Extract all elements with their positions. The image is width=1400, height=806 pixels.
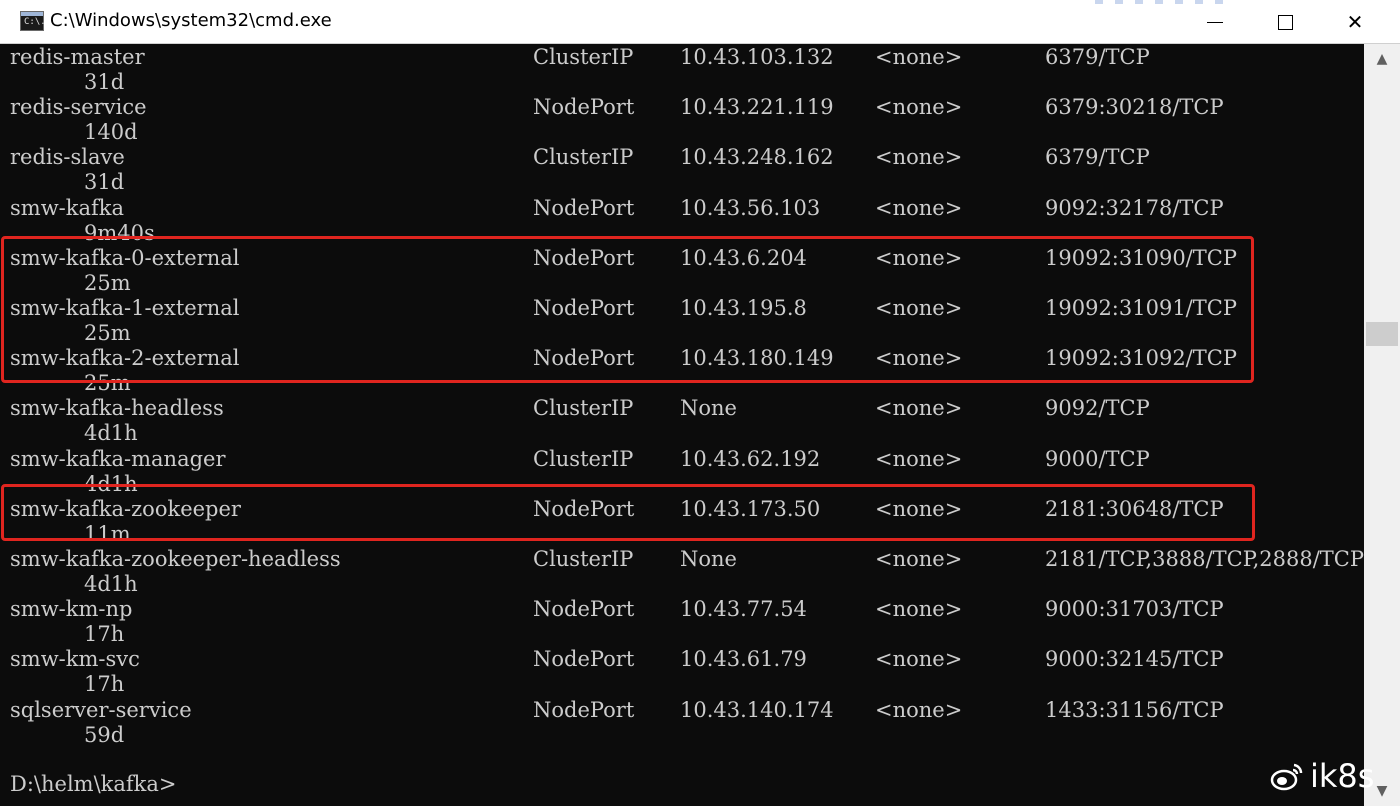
service-type: NodePort [533, 697, 635, 722]
service-ports: 6379:30218/TCP [1045, 95, 1224, 120]
cmd-icon-label: C:\. [24, 17, 46, 27]
external-ip: <none> [875, 647, 963, 672]
service-ports: 6379/TCP [1045, 145, 1150, 170]
watermark-text: ik8s [1310, 757, 1375, 795]
service-row: redis-master ClusterIP 10.43.103.132 <none>… [0, 44, 1364, 94]
service-type: ClusterIP [533, 446, 634, 471]
command-prompt[interactable]: D:\helm\kafka> [10, 771, 177, 797]
service-row: redis-service NodePort 10.43.221.119 <none>… [0, 94, 1364, 144]
window-title: C:\Windows\system32\cmd.exe [50, 10, 332, 31]
service-name: smw-km-svc [10, 647, 140, 672]
service-type: ClusterIP [533, 145, 634, 170]
service-ports: 9092/TCP [1045, 396, 1150, 421]
cluster-ip: 10.43.103.132 [680, 45, 834, 69]
highlight-box-kafka-external [1, 236, 1254, 383]
cluster-ip: 10.43.221.119 [680, 95, 834, 120]
service-row: redis-slave ClusterIP 10.43.248.162 <none> 6… [0, 144, 1364, 194]
cluster-ip: 10.43.56.103 [680, 195, 821, 220]
service-age: 4d1h [84, 421, 138, 446]
service-type: ClusterIP [533, 45, 634, 69]
scroll-up-icon[interactable]: ▲ [1364, 44, 1400, 74]
minimize-button[interactable] [1180, 0, 1250, 44]
weibo-logo-icon [1270, 763, 1303, 791]
service-type: ClusterIP [533, 396, 634, 421]
service-name: smw-km-np [10, 597, 133, 622]
highlight-box-zookeeper [1, 484, 1255, 541]
service-age: 4d1h [84, 572, 138, 596]
service-ports: 9000:31703/TCP [1045, 597, 1224, 622]
cluster-ip: 10.43.248.162 [680, 145, 834, 170]
close-icon: ✕ [1346, 10, 1364, 34]
external-ip: <none> [875, 145, 963, 170]
title-bar[interactable]: C:\. C:\Windows\system32\cmd.exe ✕ [0, 0, 1400, 44]
cluster-ip: 10.43.62.192 [680, 446, 821, 471]
service-type: NodePort [533, 597, 635, 622]
service-age: 17h [84, 672, 125, 697]
cmd-window: C:\. C:\Windows\system32\cmd.exe ✕ sqlse… [0, 0, 1400, 806]
service-row: smw-km-np NodePort 10.43.77.54 <none> 9000:3… [0, 596, 1364, 646]
cluster-ip: 10.43.77.54 [680, 597, 807, 622]
service-name: smw-kafka-zookeeper-headless [10, 547, 341, 571]
service-name: redis-service [10, 95, 147, 120]
service-age: 31d [84, 70, 125, 94]
service-row: smw-km-svc NodePort 10.43.61.79 <none> 9000:… [0, 646, 1364, 696]
service-ports: 9092:32178/TCP [1045, 195, 1224, 220]
service-ports: 2181/TCP,3888/TCP,2888/TCP [1045, 547, 1364, 571]
service-age: 140d [84, 120, 138, 145]
service-name: redis-master [10, 45, 145, 69]
cluster-ip: 10.43.140.174 [680, 697, 834, 722]
service-name: redis-slave [10, 145, 125, 170]
cluster-ip: None [680, 396, 737, 421]
service-age: 31d [84, 170, 125, 195]
cluster-ip: 10.43.61.79 [680, 647, 807, 672]
service-ports: 6379/TCP [1045, 45, 1150, 69]
service-type: NodePort [533, 647, 635, 672]
close-button[interactable]: ✕ [1320, 0, 1390, 44]
service-ports: 9000:32145/TCP [1045, 647, 1224, 672]
service-type: NodePort [533, 195, 635, 220]
service-row: sqlserver-service NodePort 10.43.140.174 <n… [0, 697, 1364, 747]
scroll-thumb[interactable] [1366, 322, 1398, 346]
external-ip: <none> [875, 396, 963, 421]
console-output[interactable]: sqlserver-service NodePort 10.43.140.174 <n… [0, 44, 1364, 806]
external-ip: <none> [875, 597, 963, 622]
service-name: smw-kafka-headless [10, 396, 224, 421]
service-age: 17h [84, 622, 125, 647]
vertical-scrollbar[interactable]: ▲ ▼ [1364, 44, 1400, 806]
maximize-button[interactable] [1250, 0, 1320, 44]
service-row: smw-kafka-headless ClusterIP None <none> 909… [0, 395, 1364, 445]
service-type: ClusterIP [533, 547, 634, 571]
service-name: smw-kafka-manager [10, 446, 226, 471]
external-ip: <none> [875, 45, 963, 69]
external-ip: <none> [875, 697, 963, 722]
external-ip: <none> [875, 95, 963, 120]
service-ports: 9000/TCP [1045, 446, 1150, 471]
service-name: sqlserver-service [10, 697, 192, 722]
cluster-ip: None [680, 547, 737, 571]
external-ip: <none> [875, 547, 963, 571]
minimize-icon [1207, 21, 1223, 23]
service-row: smw-kafka-zookeeper-headless ClusterIP Non… [0, 546, 1364, 596]
external-ip: <none> [875, 195, 963, 220]
maximize-icon [1277, 14, 1293, 30]
service-ports: 1433:31156/TCP [1045, 697, 1224, 722]
watermark: ik8s [1270, 756, 1374, 796]
service-type: NodePort [533, 95, 635, 120]
service-age: 59d [84, 722, 125, 747]
service-name: smw-kafka [10, 195, 125, 220]
external-ip: <none> [875, 446, 963, 471]
cmd-icon[interactable]: C:\. [20, 11, 46, 31]
